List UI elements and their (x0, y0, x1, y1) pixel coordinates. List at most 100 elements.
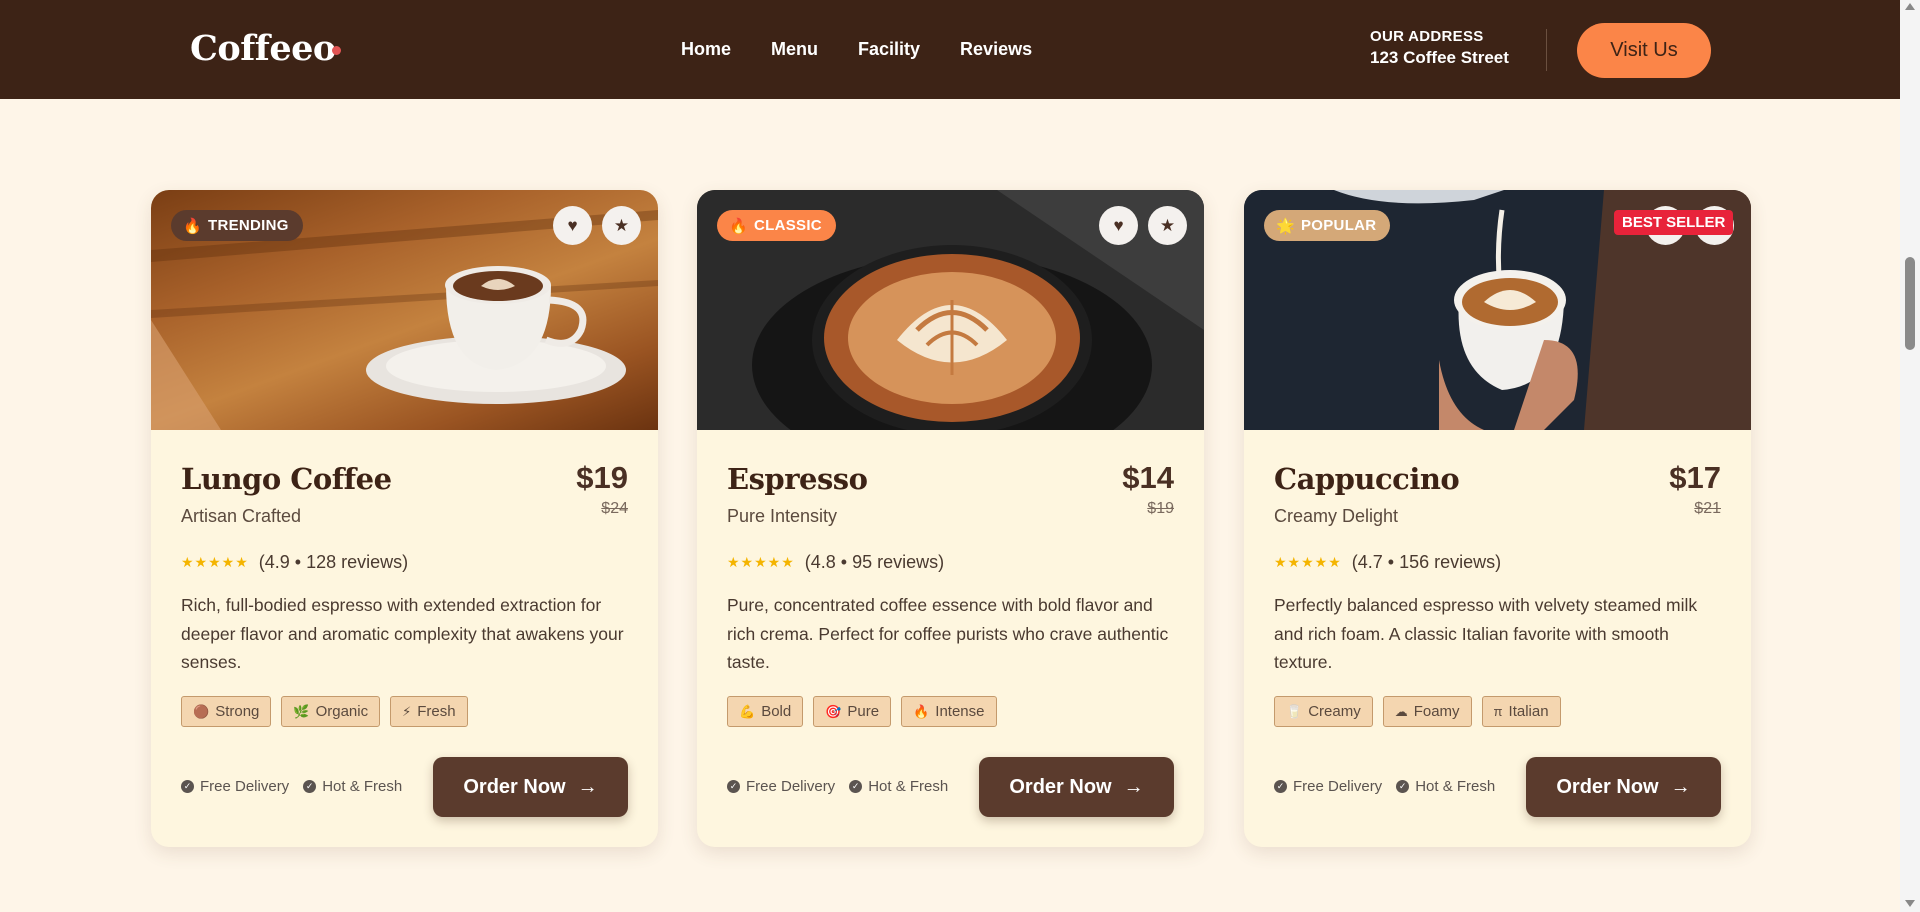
rating-text: (4.8 • 95 reviews) (804, 552, 945, 572)
product-description: Rich, full-bodied espresso with extended… (181, 595, 624, 672)
bean-icon: 🟤 (193, 703, 210, 719)
tag-label: Italian (1508, 703, 1549, 720)
feature-label: Hot & Fresh (868, 778, 949, 795)
badge-popular: 🌟 POPULAR (1264, 210, 1391, 241)
address-block: OUR ADDRESS 123 Coffee Street (1370, 28, 1509, 68)
brand-logo[interactable]: Coffeeo (190, 28, 336, 69)
rating-stars-icon: ★★★★★ (727, 554, 795, 570)
flame-icon: 🔥 (729, 217, 748, 235)
nav-item-reviews[interactable]: Reviews (960, 39, 1032, 60)
tag-foamy: ☁ Foamy (1382, 696, 1472, 727)
badge-label: POPULAR (1300, 217, 1377, 234)
badge-label: TRENDING (207, 217, 289, 234)
header-divider (1546, 29, 1547, 71)
product-image-lungo: 🔥 TRENDING ♥ ★ (151, 190, 658, 430)
favorite-button[interactable]: ♥ (1099, 206, 1138, 245)
product-title: Cappuccino (1274, 462, 1460, 496)
product-price: $19 (576, 460, 628, 495)
lightning-icon: ⚡ (402, 703, 412, 719)
order-label: Order Now (463, 775, 566, 798)
rating-text: (4.7 • 156 reviews) (1351, 552, 1502, 572)
product-description: Pure, concentrated coffee essence with b… (727, 595, 1169, 672)
product-rating: ★★★★★ (4.8 • 95 reviews) (727, 552, 944, 573)
address-value: 123 Coffee Street (1370, 48, 1509, 67)
star-icon: ★ (613, 215, 630, 235)
product-image-espresso: 🔥 CLASSIC ♥ ★ (697, 190, 1204, 430)
order-now-button[interactable]: Order Now → (1526, 757, 1721, 817)
visit-us-button[interactable]: Visit Us (1577, 23, 1711, 78)
address-label: OUR ADDRESS (1370, 28, 1484, 45)
rating-stars-icon: ★★★★★ (1274, 554, 1342, 570)
tag-label: Foamy (1413, 703, 1460, 720)
tag-label: Pure (847, 703, 880, 720)
rate-button[interactable]: ★ (602, 206, 641, 245)
product-card-lungo: 🔥 TRENDING ♥ ★ Lungo Coffee Artisan Craf… (151, 190, 658, 847)
page-scrollbar[interactable] (1900, 0, 1920, 912)
tag-label: Bold (761, 703, 792, 720)
check-icon: ✓ (181, 780, 194, 793)
favorite-button[interactable]: ♥ (553, 206, 592, 245)
feature-hot-fresh: ✓ Hot & Fresh (1396, 778, 1495, 795)
product-image-cappuccino: 🌟 POPULAR ♥ ★ BEST SELLER (1244, 190, 1751, 430)
tag-label: Creamy (1308, 703, 1361, 720)
main-nav: Home Menu Facility Reviews (681, 39, 1072, 60)
tag-pure: 🎯 Pure (813, 696, 892, 727)
logo-dot-icon (332, 46, 341, 55)
feature-free-delivery: ✓ Free Delivery (1274, 778, 1382, 795)
feature-label: Free Delivery (746, 778, 836, 795)
product-title: Lungo Coffee (181, 462, 392, 496)
tag-label: Fresh (417, 703, 456, 720)
heart-icon: ♥ (567, 215, 578, 235)
badge-classic: 🔥 CLASSIC (717, 210, 836, 241)
muscle-icon: 💪 (739, 703, 756, 719)
rate-button[interactable]: ★ (1148, 206, 1187, 245)
product-rating: ★★★★★ (4.7 • 156 reviews) (1274, 552, 1501, 573)
tag-italian: π Italian (1481, 696, 1561, 727)
tag-label: Organic (315, 703, 369, 720)
target-icon: 🎯 (825, 703, 842, 719)
product-price: $14 (1122, 460, 1174, 495)
scroll-up-arrow-icon[interactable] (1905, 3, 1915, 10)
flame-icon: 🔥 (183, 217, 202, 235)
order-now-button[interactable]: Order Now → (433, 757, 628, 817)
tag-label: Strong (215, 703, 260, 720)
feature-free-delivery: ✓ Free Delivery (727, 778, 835, 795)
check-icon: ✓ (303, 780, 317, 793)
feature-label: Free Delivery (1293, 778, 1383, 795)
arrow-right-icon: → (577, 775, 598, 798)
product-old-price: $24 (601, 500, 628, 517)
product-tags: 🟤 Strong 🌿 Organic ⚡ Fresh (181, 696, 468, 727)
product-old-price: $21 (1694, 500, 1721, 517)
tag-label: Intense (935, 703, 985, 720)
tag-creamy: 🥛 Creamy (1274, 696, 1373, 727)
site-header: Coffeeo Home Menu Facility Reviews OUR A… (0, 0, 1900, 99)
milk-icon: 🥛 (1286, 703, 1303, 719)
scrollbar-thumb[interactable] (1905, 257, 1915, 350)
arrow-right-icon: → (1123, 775, 1144, 798)
nav-item-home[interactable]: Home (681, 39, 731, 60)
feature-hot-fresh: ✓ Hot & Fresh (303, 778, 402, 795)
nav-item-menu[interactable]: Menu (771, 39, 818, 60)
tag-intense: 🔥 Intense (901, 696, 997, 727)
rating-stars-icon: ★★★★★ (181, 554, 249, 570)
check-icon: ✓ (1274, 780, 1287, 793)
nav-item-facility[interactable]: Facility (858, 39, 920, 60)
tag-bold: 💪 Bold (727, 696, 804, 727)
leaf-icon: 🌿 (293, 703, 310, 719)
product-tags: 💪 Bold 🎯 Pure 🔥 Intense (727, 696, 997, 727)
product-subtitle: Pure Intensity (727, 506, 838, 526)
badge-trending: 🔥 TRENDING (171, 210, 303, 241)
feature-hot-fresh: ✓ Hot & Fresh (849, 778, 948, 795)
order-label: Order Now (1556, 775, 1659, 798)
cloud-icon: ☁ (1394, 703, 1408, 719)
order-label: Order Now (1009, 775, 1112, 798)
order-now-button[interactable]: Order Now → (979, 757, 1174, 817)
scroll-down-arrow-icon[interactable] (1905, 900, 1915, 907)
tag-strong: 🟤 Strong (181, 696, 272, 727)
pi-icon: π (1493, 704, 1503, 719)
product-tags: 🥛 Creamy ☁ Foamy π Italian (1274, 696, 1561, 727)
tag-organic: 🌿 Organic (281, 696, 381, 727)
product-title: Espresso (727, 462, 868, 496)
star-icon: ★ (1159, 215, 1176, 235)
product-rating: ★★★★★ (4.9 • 128 reviews) (181, 552, 408, 573)
